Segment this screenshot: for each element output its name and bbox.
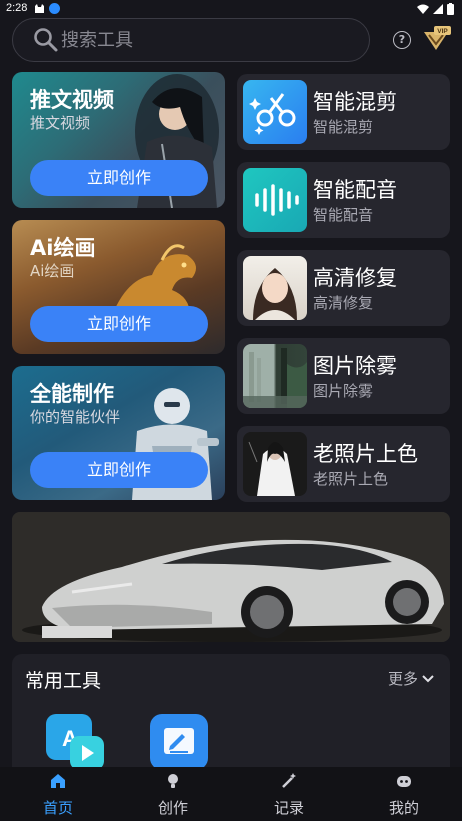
vip-badge-icon[interactable]: VIP xyxy=(421,26,451,54)
home-icon xyxy=(51,774,65,788)
card-hd-restore[interactable]: 高清修复 高清修复 xyxy=(237,250,450,326)
card-subtitle: 推文视频 xyxy=(30,114,91,132)
tool-subtitle: 图片除雾 xyxy=(313,382,374,400)
tool-title: 图片除雾 xyxy=(313,354,397,378)
card-smart-mix[interactable]: 智能混剪 智能混剪 xyxy=(237,74,450,150)
card-smart-dubbing[interactable]: 智能配音 智能配音 xyxy=(237,162,450,238)
landscape-thumbnail xyxy=(243,344,307,408)
card-title: 全能制作 xyxy=(30,382,114,406)
portrait-thumbnail xyxy=(243,256,307,320)
nav-label: 首页 xyxy=(42,799,73,817)
tool-title: 高清修复 xyxy=(313,266,397,290)
status-time: 2:28 xyxy=(6,2,28,14)
edit-document-icon xyxy=(150,714,208,770)
card-subtitle: 你的智能伙伴 xyxy=(30,408,121,426)
tool-title: 老照片上色 xyxy=(313,442,418,466)
bluetooth-icon xyxy=(49,3,60,14)
nav-mine[interactable]: 我的 xyxy=(364,773,444,818)
nav-label: 记录 xyxy=(273,799,304,817)
card-subtitle: Ai绘画 xyxy=(30,262,75,280)
tool-text-edit[interactable] xyxy=(148,712,210,770)
nav-home[interactable]: 首页 xyxy=(18,773,98,818)
tool-text-to-video[interactable]: A xyxy=(44,712,106,770)
search-bar[interactable] xyxy=(12,18,370,62)
more-label: 更多 xyxy=(387,670,418,688)
common-tools-section: 常用工具 更多 A xyxy=(12,654,450,774)
card-tuiwen-video[interactable]: 推文视频 推文视频 立即创作 xyxy=(12,72,225,208)
search-icon xyxy=(34,28,58,52)
card-title: Ai绘画 xyxy=(30,236,96,260)
old-photo-thumbnail xyxy=(243,432,307,496)
create-now-button[interactable]: 立即创作 xyxy=(30,306,208,342)
section-title: 常用工具 xyxy=(25,670,102,692)
tool-subtitle: 智能混剪 xyxy=(313,118,374,136)
card-image-dehaze[interactable]: 图片除雾 图片除雾 xyxy=(237,338,450,414)
bottom-nav: 首页 创作 记录 我的 xyxy=(0,767,462,821)
card-all-round-creation[interactable]: 全能制作 你的智能伙伴 立即创作 xyxy=(12,366,225,500)
lightbulb-icon xyxy=(168,774,178,788)
card-old-photo-colorize[interactable]: 老照片上色 老照片上色 xyxy=(237,426,450,502)
sports-car-image xyxy=(12,512,450,642)
tool-subtitle: 智能配音 xyxy=(313,206,374,224)
search-input[interactable] xyxy=(61,25,351,55)
create-now-button[interactable]: 立即创作 xyxy=(30,160,208,196)
wifi-icon xyxy=(417,4,429,14)
svg-text:VIP: VIP xyxy=(437,28,448,35)
notification-icons xyxy=(34,3,60,14)
scissors-icon xyxy=(243,80,307,144)
tool-title: 智能混剪 xyxy=(313,90,397,114)
help-icon[interactable]: ? xyxy=(393,31,411,49)
card-title: 推文视频 xyxy=(30,88,114,112)
status-bar: 2:28 xyxy=(0,0,462,18)
signal-icon xyxy=(433,4,443,14)
tool-subtitle: 高清修复 xyxy=(313,294,374,312)
system-icons xyxy=(417,3,454,15)
text-to-video-icon: A xyxy=(46,714,104,770)
cat-icon xyxy=(35,4,44,13)
card-ai-painting[interactable]: Ai绘画 Ai绘画 立即创作 xyxy=(12,220,225,354)
tool-title: 智能配音 xyxy=(313,178,397,202)
nav-label: 创作 xyxy=(157,799,188,817)
tool-subtitle: 老照片上色 xyxy=(313,470,389,488)
battery-icon xyxy=(447,3,454,15)
profile-icon xyxy=(397,776,411,787)
nav-records[interactable]: 记录 xyxy=(249,773,329,818)
chevron-down-icon xyxy=(422,674,434,682)
audio-wave-icon xyxy=(243,168,307,232)
create-now-button[interactable]: 立即创作 xyxy=(30,452,208,488)
magic-wand-icon xyxy=(282,773,296,788)
nav-label: 我的 xyxy=(388,799,419,817)
more-button[interactable]: 更多 xyxy=(388,668,434,689)
promo-banner[interactable] xyxy=(12,512,450,642)
nav-create[interactable]: 创作 xyxy=(133,773,213,818)
